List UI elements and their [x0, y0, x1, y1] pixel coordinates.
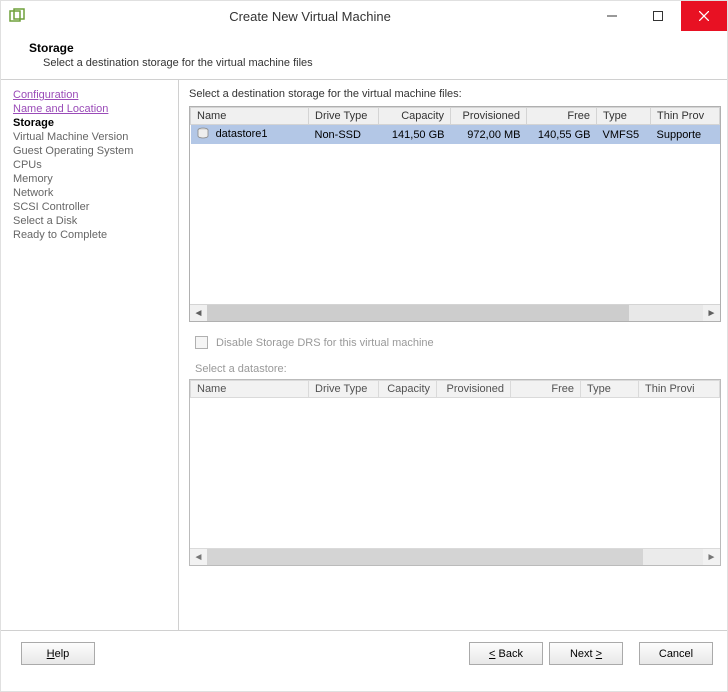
main-panel: Select a destination storage for the vir… — [179, 80, 727, 630]
hscrollbar[interactable]: ◄ ► — [190, 304, 720, 321]
scroll-right-icon: ► — [703, 549, 720, 566]
cell-free: 140,55 GB — [527, 125, 597, 145]
cell-name: datastore1 — [216, 128, 268, 140]
cell-capacity: 141,50 GB — [379, 125, 451, 145]
wizard-header: Storage Select a destination storage for… — [1, 31, 727, 80]
maximize-button[interactable] — [635, 1, 681, 31]
disable-drs-checkbox: Disable Storage DRS for this virtual mac… — [195, 336, 721, 349]
window-title: Create New Virtual Machine — [31, 9, 589, 24]
sidebar-step[interactable]: Name and Location — [13, 102, 166, 116]
col-thin[interactable]: Thin Prov — [651, 108, 720, 125]
storage-prompt: Select a destination storage for the vir… — [189, 88, 721, 100]
scroll-left-icon[interactable]: ◄ — [190, 305, 207, 322]
col-type[interactable]: Type — [597, 108, 651, 125]
checkbox-icon — [195, 336, 208, 349]
table-empty-area — [190, 144, 720, 304]
sidebar-step: SCSI Controller — [13, 200, 166, 214]
minimize-button[interactable] — [589, 1, 635, 31]
sidebar-step: Virtual Machine Version — [13, 130, 166, 144]
cell-provisioned: 972,00 MB — [451, 125, 527, 145]
sidebar-step[interactable]: Configuration — [13, 88, 166, 102]
back-button[interactable]: < Back — [469, 642, 543, 665]
table-row[interactable]: datastore1 Non-SSD 141,50 GB 972,00 MB 1… — [191, 125, 720, 145]
cell-type: VMFS5 — [597, 125, 651, 145]
sidebar-step: Storage — [13, 116, 166, 130]
datastore-table: Name Drive Type Capacity Provisioned Fre… — [189, 379, 721, 566]
col-capacity[interactable]: Capacity — [379, 108, 451, 125]
sidebar-step: Memory — [13, 172, 166, 186]
page-subheading: Select a destination storage for the vir… — [43, 57, 707, 69]
col-drive-type[interactable]: Drive Type — [309, 108, 379, 125]
titlebar: Create New Virtual Machine — [1, 1, 727, 31]
cell-thin: Supporte — [651, 125, 720, 145]
col2-thin: Thin Provi — [639, 381, 720, 398]
sidebar-step: Guest Operating System — [13, 144, 166, 158]
disable-drs-label: Disable Storage DRS for this virtual mac… — [216, 337, 434, 349]
col2-drive-type: Drive Type — [309, 381, 379, 398]
col2-capacity: Capacity — [379, 381, 437, 398]
col2-name: Name — [191, 381, 309, 398]
wizard-footer: Help < Back Next > Cancel — [1, 630, 727, 676]
sidebar-step: CPUs — [13, 158, 166, 172]
datastore-icon — [197, 127, 209, 142]
select-datastore-label: Select a datastore: — [195, 363, 721, 375]
sidebar-step: Ready to Complete — [13, 228, 166, 242]
next-button[interactable]: Next > — [549, 642, 623, 665]
help-button[interactable]: Help — [21, 642, 95, 665]
scroll-thumb — [207, 549, 643, 565]
col2-type: Type — [581, 381, 639, 398]
sidebar-step: Select a Disk — [13, 214, 166, 228]
cell-drive-type: Non-SSD — [309, 125, 379, 145]
scroll-right-icon[interactable]: ► — [703, 305, 720, 322]
app-icon — [9, 8, 25, 24]
cancel-button[interactable]: Cancel — [639, 642, 713, 665]
col-name[interactable]: Name — [191, 108, 309, 125]
col2-free: Free — [511, 381, 581, 398]
sidebar-step: Network — [13, 186, 166, 200]
table2-empty-area — [190, 398, 720, 548]
col-provisioned[interactable]: Provisioned — [451, 108, 527, 125]
scroll-thumb[interactable] — [207, 305, 629, 321]
hscrollbar-2: ◄ ► — [190, 548, 720, 565]
storage-table[interactable]: Name Drive Type Capacity Provisioned Fre… — [189, 106, 721, 322]
close-button[interactable] — [681, 1, 727, 31]
wizard-steps-sidebar: ConfigurationName and LocationStorageVir… — [1, 80, 179, 630]
scroll-left-icon: ◄ — [190, 549, 207, 566]
page-heading: Storage — [29, 41, 707, 55]
col-free[interactable]: Free — [527, 108, 597, 125]
col2-provisioned: Provisioned — [437, 381, 511, 398]
